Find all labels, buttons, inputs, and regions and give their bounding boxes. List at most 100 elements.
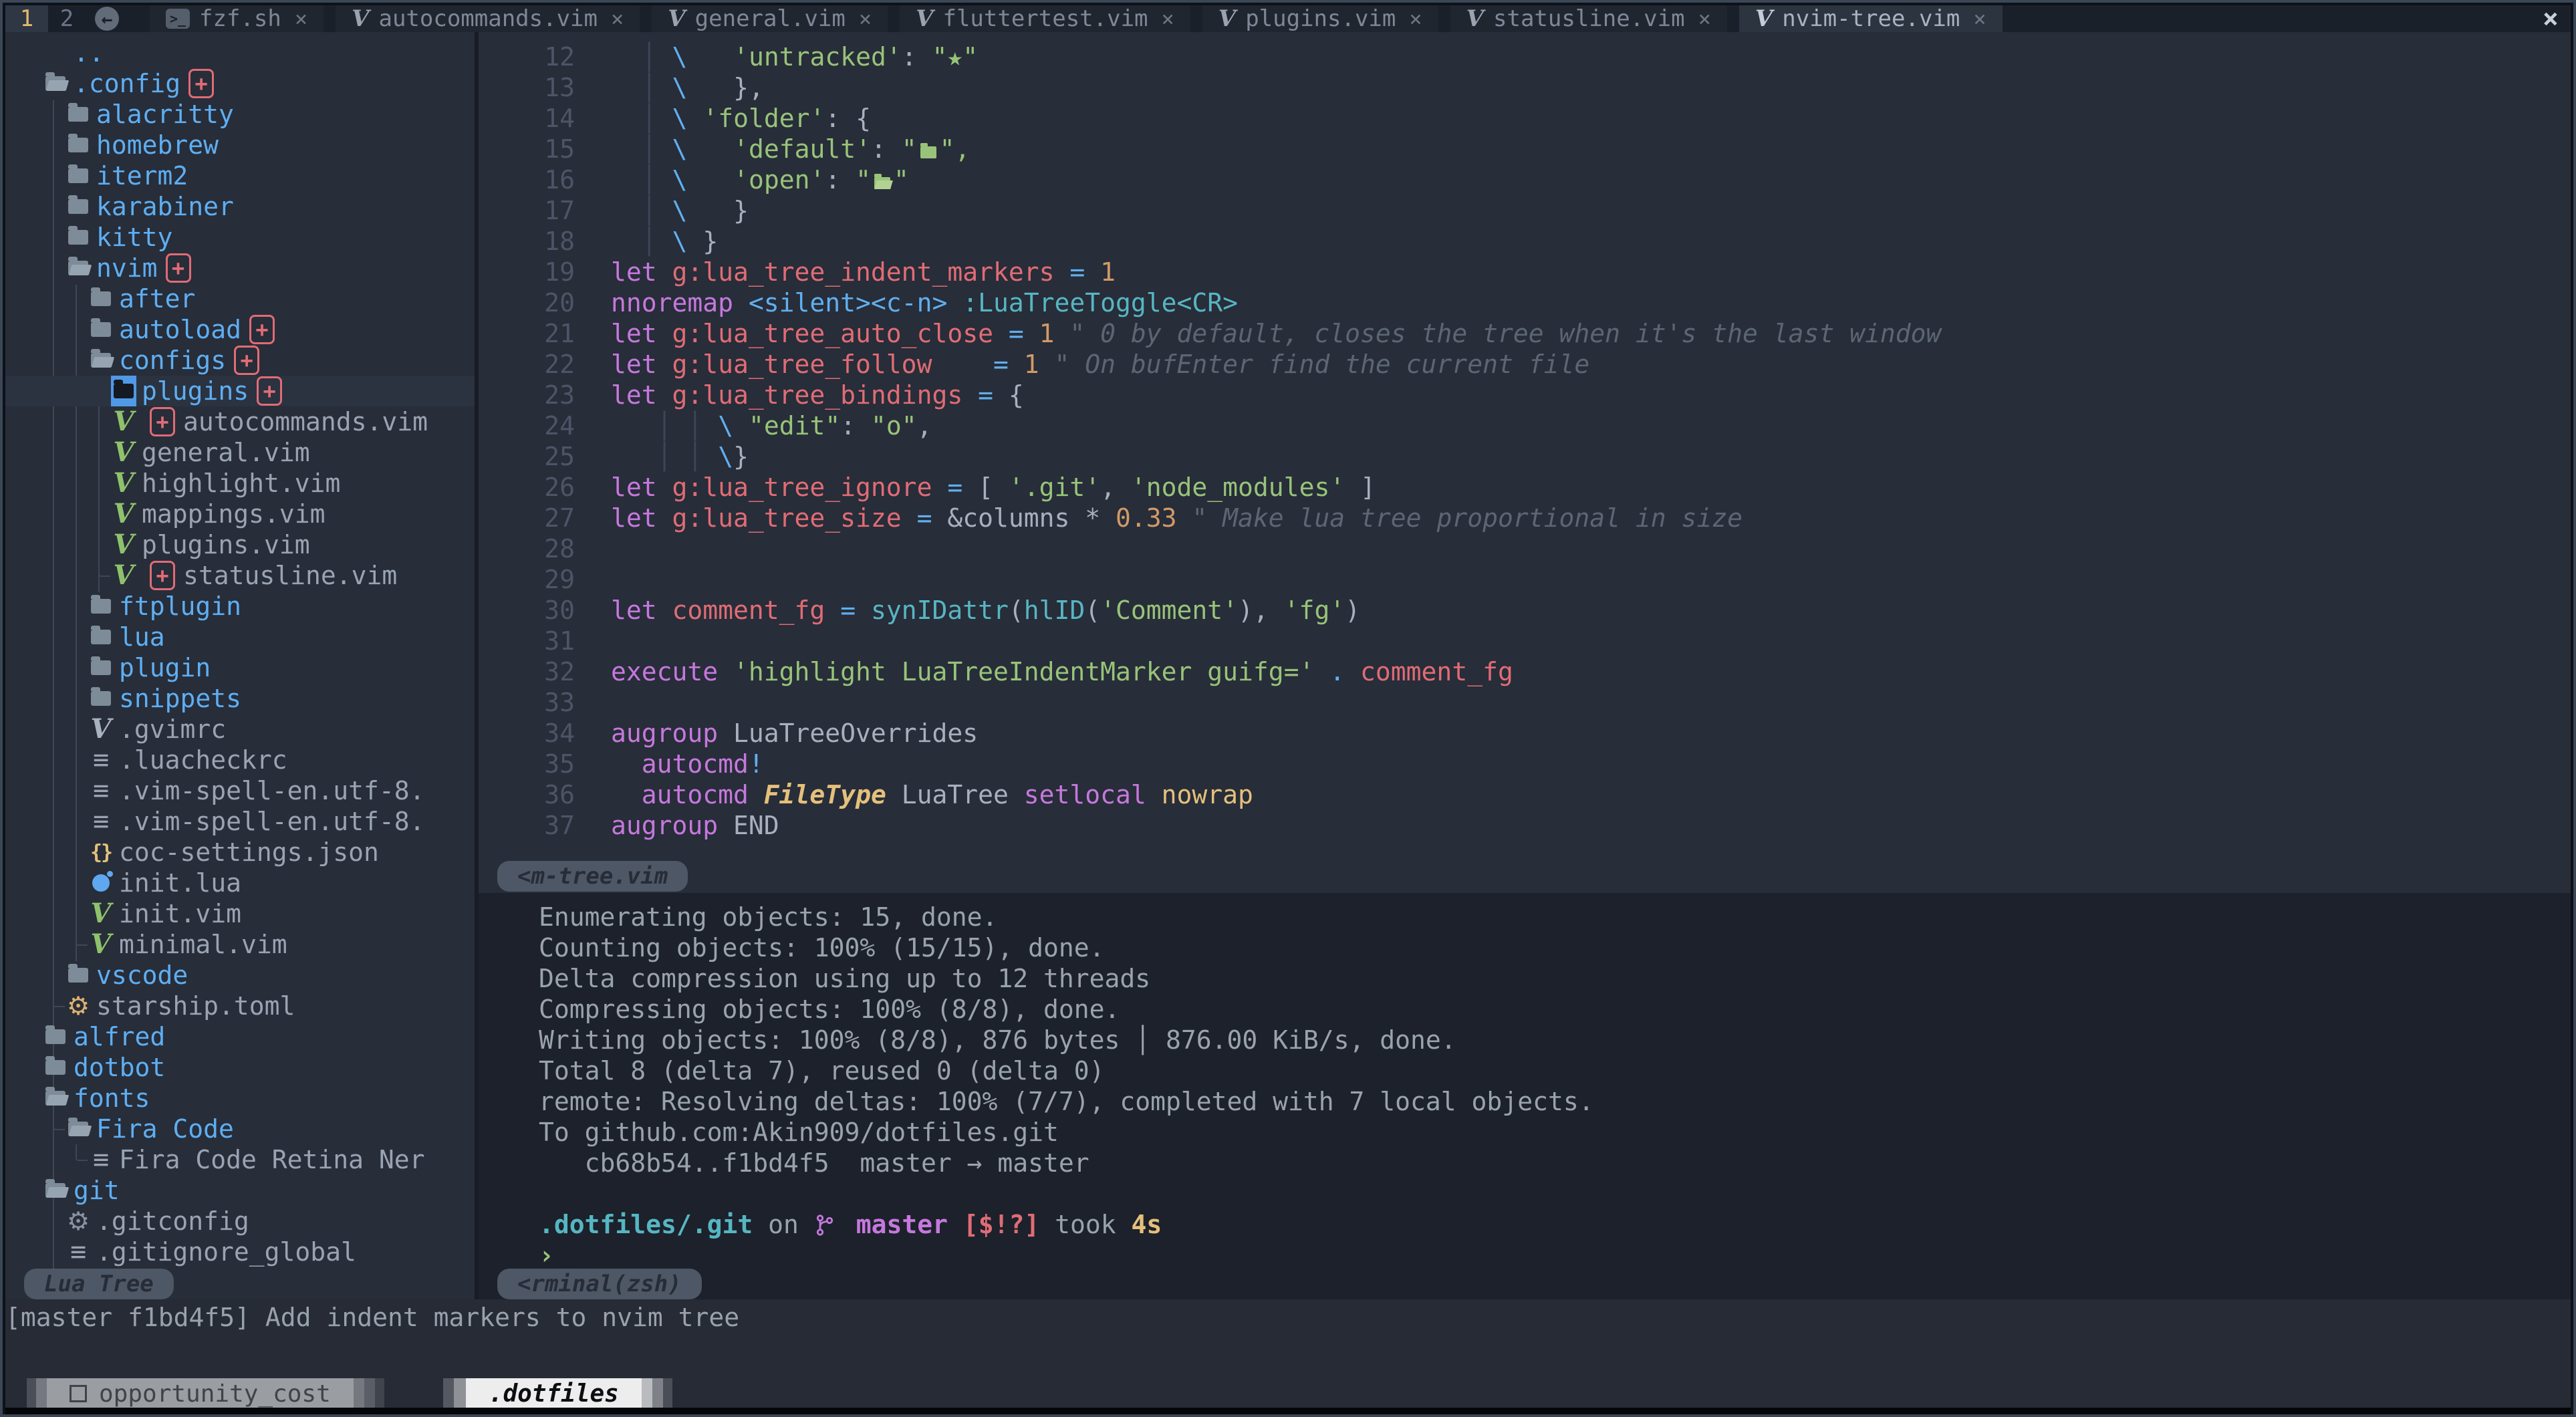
tree-item-plugin[interactable]: plugin: [5, 652, 475, 683]
tree-item-label: git: [74, 1176, 120, 1205]
tab-label: nvim-tree.vim: [1782, 5, 1960, 32]
tab-statusline.vim[interactable]: Vstatusline.vim×: [1450, 5, 1727, 32]
code-editor[interactable]: 12 │ \ 'untracked': "★"13 │ \ },14 │ \ '…: [479, 32, 2571, 893]
tab-label: fzf.sh: [199, 5, 281, 32]
vim-icon: V: [88, 929, 114, 960]
tree-item-mappings.vim[interactable]: Vmappings.vim: [5, 499, 475, 529]
tree-item-vscode[interactable]: vscode: [5, 960, 475, 991]
line-number: 20: [479, 287, 592, 318]
code-line-28: 28: [479, 533, 2571, 564]
tree-item-init.lua[interactable]: init.lua: [5, 868, 475, 898]
terminal-line: Counting objects: 100% (15/15), done.: [479, 932, 2571, 963]
vim-icon: V: [88, 898, 114, 929]
tree-item-.gitignore-global[interactable]: ≡.gitignore_global: [5, 1237, 475, 1267]
folder-icon: [88, 591, 114, 622]
tab-fluttertest.vim[interactable]: Vfluttertest.vim×: [900, 5, 1190, 32]
tab-close-icon[interactable]: ×: [1162, 6, 1174, 31]
tree-item-label: plugin: [119, 653, 211, 682]
tree-item-after[interactable]: after: [5, 283, 475, 314]
tab-nvim-tree.vim[interactable]: Vnvim-tree.vim×: [1739, 5, 2003, 32]
line-number: 17: [479, 195, 592, 226]
tab-autocommands.vim[interactable]: Vautocommands.vim×: [336, 5, 640, 32]
tree-item-label: .luacheckrc: [119, 745, 287, 775]
line-number: 36: [479, 779, 592, 810]
tree-item-label: alacritty: [96, 100, 234, 129]
code-line-12: 12 │ \ 'untracked': "★": [479, 41, 2571, 72]
tab-plugins.vim[interactable]: Vplugins.vim×: [1202, 5, 1438, 32]
tree-item-alfred[interactable]: alfred: [5, 1021, 475, 1052]
tree-item-..[interactable]: ..: [5, 37, 475, 68]
tree-item-.gitconfig[interactable]: ⚙.gitconfig: [5, 1206, 475, 1237]
tree-item-lua[interactable]: lua: [5, 622, 475, 652]
tree-item-plugins[interactable]: plugins+: [5, 376, 475, 406]
tree-item-general.vim[interactable]: Vgeneral.vim: [5, 437, 475, 468]
line-number: 15: [479, 134, 592, 164]
tmux-window-opportunity-cost[interactable]: opportunity_cost: [27, 1378, 384, 1409]
tab-close-icon[interactable]: ×: [1409, 6, 1422, 31]
tree-item-configs[interactable]: configs+: [5, 345, 475, 376]
tree-item-.gvimrc[interactable]: V.gvimrc: [5, 714, 475, 745]
tab-close-icon[interactable]: ×: [1973, 6, 1986, 31]
tree-item-label: plugins.vim: [142, 530, 310, 559]
buffer-indicator-1[interactable]: 1: [5, 5, 48, 32]
tab-close-icon[interactable]: ×: [611, 6, 624, 31]
tree-item-.config[interactable]: .config+: [5, 68, 475, 99]
tree-item-karabiner[interactable]: karabiner: [5, 191, 475, 222]
tree-item-.vim-spell-en.utf-8.[interactable]: ≡.vim-spell-en.utf-8.: [5, 806, 475, 837]
tree-item-iterm2[interactable]: iterm2: [5, 160, 475, 191]
tab-close-icon[interactable]: ×: [295, 6, 307, 31]
code-line-18: 18 │ \ }: [479, 226, 2571, 257]
tree-item-dotbot[interactable]: dotbot: [5, 1052, 475, 1083]
tree-item-Fira-Code-Retina-Ner[interactable]: ≡Fira Code Retina Ner: [5, 1144, 475, 1175]
tree-item-minimal.vim[interactable]: Vminimal.vim: [5, 929, 475, 960]
tree-item-label: .vim-spell-en.utf-8.: [119, 807, 425, 836]
terminal-line: Enumerating objects: 15, done.: [479, 902, 2571, 932]
folder-icon: [66, 160, 91, 191]
folder-open-icon: [43, 1175, 68, 1206]
file-tree[interactable]: ...config+alacrittyhomebrewiterm2karabin…: [5, 32, 475, 1299]
tree-item-highlight.vim[interactable]: Vhighlight.vim: [5, 468, 475, 499]
terminal-line: To github.com:Akin909/dotfiles.git: [479, 1117, 2571, 1148]
close-icon[interactable]: ×: [2543, 5, 2559, 32]
tab-general.vim[interactable]: Vgeneral.vim×: [652, 5, 888, 32]
line-number: 34: [479, 718, 592, 749]
tree-item-alacritty[interactable]: alacritty: [5, 99, 475, 130]
statusline-pill-terminal: <rminal(zsh): [497, 1269, 702, 1299]
tree-item-snippets[interactable]: snippets: [5, 683, 475, 714]
folder-open-glyph: [874, 177, 890, 189]
folder-open-icon: [66, 253, 91, 283]
tree-item-autocommands.vim[interactable]: V+autocommands.vim: [5, 406, 475, 437]
code-line-14: 14 │ \ 'folder': {: [479, 103, 2571, 134]
code-line-21: 21let g:lua_tree_auto_close = 1 " 0 by d…: [479, 318, 2571, 349]
tab-close-icon[interactable]: ×: [859, 6, 872, 31]
tree-item-label: .gitignore_global: [96, 1237, 356, 1267]
tmux-window-dotfiles[interactable]: .dotfiles: [443, 1378, 672, 1409]
tree-item-init.vim[interactable]: Vinit.vim: [5, 898, 475, 929]
tree-item-label: vscode: [96, 960, 188, 990]
terminal-split[interactable]: Enumerating objects: 15, done.Counting o…: [479, 893, 2571, 1299]
tree-item-label: init.lua: [119, 868, 241, 898]
line-number: 29: [479, 564, 592, 595]
tree-item-.luacheckrc[interactable]: ≡.luacheckrc: [5, 745, 475, 775]
tree-item-kitty[interactable]: kitty: [5, 222, 475, 253]
tree-item-homebrew[interactable]: homebrew: [5, 130, 475, 160]
tree-item-git[interactable]: git: [5, 1175, 475, 1206]
tree-item-ftplugin[interactable]: ftplugin: [5, 591, 475, 622]
window-icon: [70, 1385, 87, 1402]
tree-item-starship.toml[interactable]: ⚙starship.toml: [5, 991, 475, 1021]
tree-item-fonts[interactable]: fonts: [5, 1083, 475, 1114]
tree-item-.vim-spell-en.utf-8.[interactable]: ≡.vim-spell-en.utf-8.: [5, 775, 475, 806]
vim-dim-icon: V: [88, 714, 114, 745]
tab-fzf.sh[interactable]: >_fzf.sh×: [150, 5, 324, 32]
buffer-indicator-2[interactable]: 2: [48, 5, 86, 32]
tree-item-statusline.vim[interactable]: V+statusline.vim: [5, 560, 475, 591]
tree-item-plugins.vim[interactable]: Vplugins.vim: [5, 529, 475, 560]
tree-item-coc-settings.json[interactable]: {}coc-settings.json: [5, 837, 475, 868]
tree-item-Fira-Code[interactable]: Fira Code: [5, 1114, 475, 1144]
line-number: 35: [479, 749, 592, 779]
back-circle-icon[interactable]: ←: [95, 7, 119, 31]
tree-item-autoload[interactable]: autoload+: [5, 314, 475, 345]
tree-item-nvim[interactable]: nvim+: [5, 253, 475, 283]
tab-close-icon[interactable]: ×: [1698, 6, 1711, 31]
code-lines: 12 │ \ 'untracked': "★"13 │ \ },14 │ \ '…: [479, 41, 2571, 841]
